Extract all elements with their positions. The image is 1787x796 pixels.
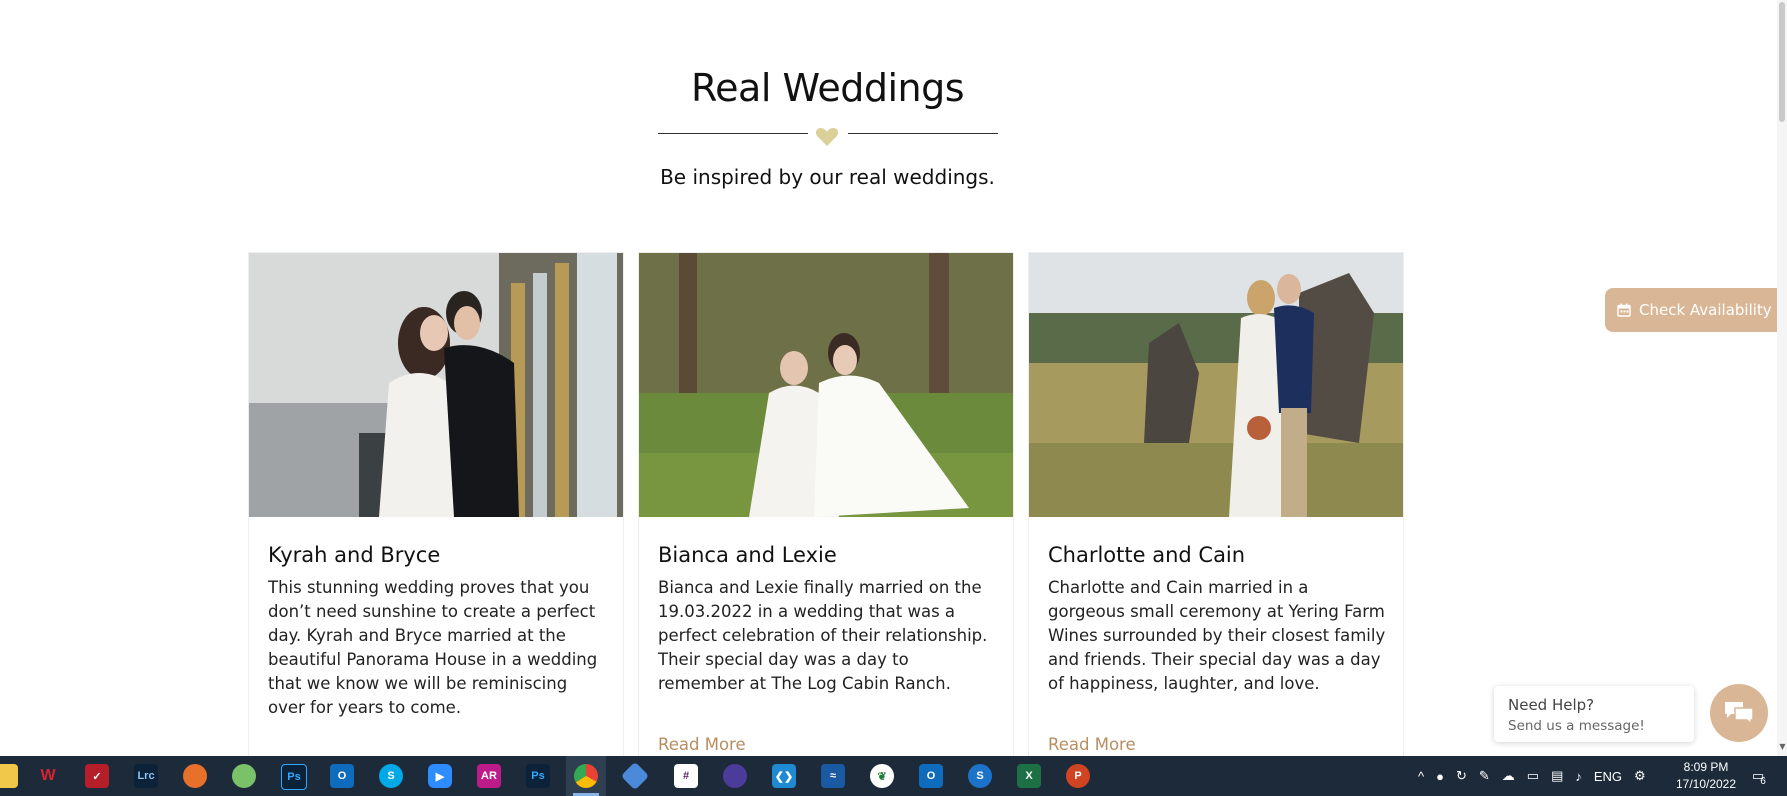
wedding-card[interactable]: Bianca and Lexie Bianca and Lexie finall… [638, 252, 1014, 756]
lightroom-icon[interactable]: Lrc [134, 764, 158, 788]
scrollbar-thumb[interactable] [1779, 2, 1785, 122]
wedding-photo[interactable] [639, 253, 1013, 517]
zoom-icon[interactable]: ▶ [428, 764, 452, 788]
clock-time: 8:09 PM [1683, 760, 1729, 774]
battery-icon[interactable]: ▭ [1527, 768, 1539, 784]
chevron-up-icon[interactable]: ^ [1418, 769, 1424, 784]
photoshop-icon-2[interactable]: Ps [526, 764, 550, 788]
wireshark-icon[interactable]: ≈ [821, 764, 845, 788]
microphone-icon[interactable]: ● [1436, 769, 1444, 784]
wedding-title[interactable]: Bianca and Lexie [658, 543, 837, 567]
taskbar-clock[interactable]: 8:09 PM 17/10/2022 [1672, 759, 1740, 793]
chat-prompt-title: Need Help? [1508, 696, 1595, 714]
notification-count: 6 [1760, 775, 1766, 787]
sync-icon[interactable]: ↻ [1456, 768, 1467, 784]
wedding-title[interactable]: Kyrah and Bryce [268, 543, 440, 567]
excel-icon[interactable]: X [1017, 764, 1041, 788]
wedding-description: Bianca and Lexie finally married on the … [658, 578, 988, 693]
chrome-icon[interactable] [574, 764, 598, 788]
eclipse-icon[interactable] [723, 764, 747, 788]
pen-icon[interactable]: ✎ [1479, 768, 1490, 784]
title-divider-right [848, 133, 998, 134]
calendar-icon [1617, 303, 1631, 317]
notification-center[interactable]: ▭ 6 [1752, 756, 1766, 796]
chat-button[interactable] [1710, 684, 1768, 742]
wedding-photo[interactable] [249, 253, 623, 517]
slack-icon[interactable]: # [674, 764, 698, 788]
system-tray: ^ ● ↻ ✎ ☁ ▭ ▤ ♪ ENG ⚙ [1418, 756, 1646, 796]
wedding-card[interactable]: Kyrah and Bryce This stunning wedding pr… [248, 252, 624, 756]
feather-icon[interactable]: ❦ [870, 764, 894, 788]
acrobat-icon[interactable]: ✓ [85, 764, 109, 788]
section-subtitle: Be inspired by our real weddings. [660, 165, 995, 189]
wedding-description: This stunning wedding proves that you do… [268, 578, 598, 717]
check-availability-label: Check Availability [1639, 301, 1772, 319]
monster-app-icon[interactable] [232, 764, 256, 788]
chat-prompt-subtitle: Send us a message! [1508, 718, 1645, 734]
volume-icon[interactable]: ♪ [1575, 769, 1582, 784]
onedrive-icon[interactable]: ☁ [1502, 768, 1515, 784]
westpac-icon[interactable]: W [36, 764, 60, 788]
wedding-description: Charlotte and Cain married in a gorgeous… [1048, 578, 1386, 693]
aero-icon[interactable]: AR [477, 764, 501, 788]
photoshop-icon[interactable]: Ps [281, 764, 307, 790]
section-title: Real Weddings [690, 66, 965, 110]
settings-gear-icon[interactable]: ⚙ [1634, 768, 1646, 784]
powerpoint-icon[interactable]: P [1066, 764, 1090, 788]
chat-prompt-bubble[interactable]: Need Help? Send us a message! [1494, 686, 1694, 742]
git-icon[interactable] [620, 761, 650, 791]
firefox-icon[interactable] [183, 764, 207, 788]
webpage-viewport: Real Weddings Be inspired by our real we… [0, 0, 1787, 756]
wedding-title[interactable]: Charlotte and Cain [1048, 543, 1245, 567]
scroll-down-arrow-icon[interactable]: ▼ [1778, 742, 1787, 751]
heart-icon [815, 127, 839, 146]
read-more-link[interactable]: Read More [658, 735, 746, 754]
title-divider-left [658, 133, 808, 134]
check-availability-button[interactable]: Check Availability [1605, 288, 1787, 332]
skype-business-icon[interactable]: S [968, 764, 992, 788]
clock-date: 17/10/2022 [1675, 777, 1737, 791]
wedding-card[interactable]: Charlotte and Cain Charlotte and Cain ma… [1028, 252, 1404, 756]
outlook-icon-2[interactable]: O [919, 764, 943, 788]
skype-icon[interactable]: S [379, 764, 403, 788]
read-more-link[interactable]: Read More [1048, 735, 1136, 754]
vscode-icon[interactable]: ❮❯ [772, 764, 796, 788]
network-icon[interactable]: ▤ [1551, 768, 1563, 784]
chat-bubbles-icon [1725, 702, 1754, 726]
file-explorer-icon[interactable] [0, 764, 18, 788]
outlook-icon[interactable]: O [330, 764, 354, 788]
language-indicator[interactable]: ENG [1594, 769, 1622, 784]
windows-taskbar: W ✓ Lrc Ps O S ▶ AR Ps # ❮❯ ≈ ❦ O S X P … [0, 756, 1787, 796]
wedding-photo[interactable] [1029, 253, 1403, 517]
